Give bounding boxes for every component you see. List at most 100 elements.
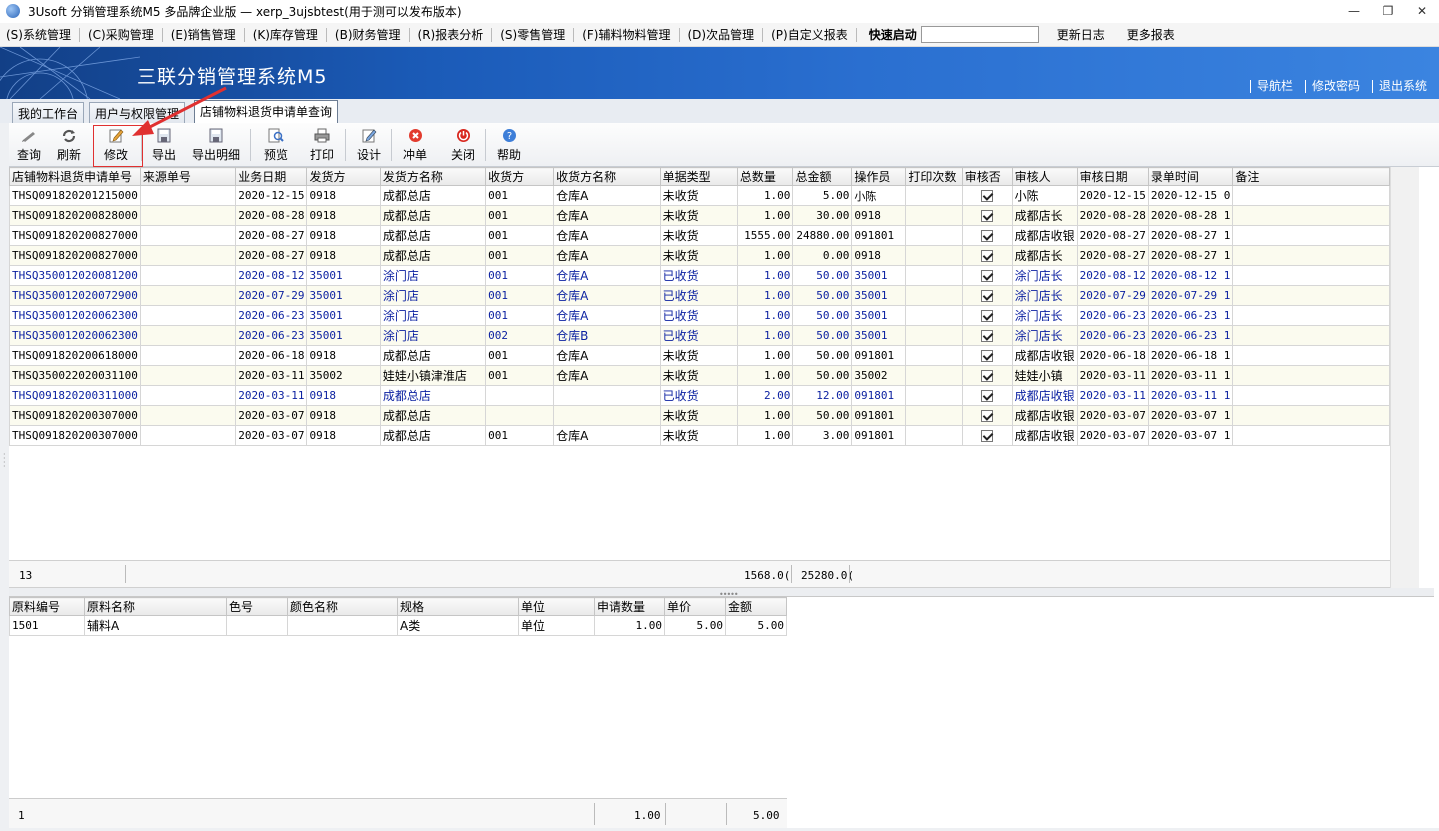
- table-cell: [961, 385, 1013, 406]
- close-window-icon[interactable]: ✕: [1405, 0, 1439, 22]
- column-header[interactable]: 原料名称: [84, 597, 227, 616]
- close-button[interactable]: 关闭: [449, 128, 477, 165]
- logout-link[interactable]: 退出系统: [1371, 80, 1433, 93]
- table-row[interactable]: THSQ091820200311000 2020-03-11 0918 成都总店 已收货…: [9, 385, 1390, 406]
- table-cell: [139, 205, 237, 226]
- column-header[interactable]: 发货方: [306, 167, 381, 186]
- approved-checkbox[interactable]: [981, 210, 994, 222]
- table-cell: 涂门店长: [1011, 305, 1078, 326]
- nav-bar-link[interactable]: 导航栏: [1249, 80, 1299, 93]
- approved-checkbox[interactable]: [981, 410, 994, 422]
- column-header[interactable]: 颜色名称: [287, 597, 398, 616]
- approved-checkbox[interactable]: [981, 250, 994, 262]
- table-cell: [1232, 345, 1390, 366]
- table-row[interactable]: THSQ091820200618000 2020-06-18 0918 成都总店 001…: [9, 345, 1390, 366]
- column-header[interactable]: 总金额: [792, 167, 853, 186]
- help-button[interactable]: ? 帮助: [495, 128, 523, 165]
- table-row[interactable]: THSQ350012020081200 2020-08-12 35001 涂门店 001…: [9, 265, 1390, 286]
- approved-checkbox[interactable]: [981, 290, 994, 302]
- table-row[interactable]: THSQ091820200827000 2020-08-27 0918 成都总店 001…: [9, 225, 1390, 246]
- menu-system[interactable]: (S)系统管理: [0, 26, 77, 43]
- approved-checkbox[interactable]: [981, 390, 994, 402]
- column-header[interactable]: 收货方名称: [553, 167, 661, 186]
- table-cell: 涂门店: [379, 305, 487, 326]
- table-cell: 1.00: [736, 265, 794, 286]
- column-header[interactable]: 备注: [1232, 167, 1390, 186]
- table-row[interactable]: THSQ350012020062300 2020-06-23 35001 涂门店 002…: [9, 325, 1390, 346]
- approved-checkbox[interactable]: [981, 190, 994, 202]
- horizontal-splitter[interactable]: •••••: [9, 588, 1434, 599]
- column-header[interactable]: 总数量: [736, 167, 794, 186]
- menu-more-reports[interactable]: 更多报表: [1121, 26, 1181, 43]
- column-header[interactable]: 录单时间: [1147, 167, 1234, 186]
- menu-materials[interactable]: (F)辅料物料管理: [576, 26, 676, 43]
- column-header[interactable]: 审核日期: [1076, 167, 1149, 186]
- table-row[interactable]: THSQ091820201215000 2020-12-15 0918 成都总店 001…: [9, 185, 1390, 206]
- menu-retail[interactable]: (S)零售管理: [494, 26, 571, 43]
- minimize-icon[interactable]: —: [1337, 0, 1371, 22]
- approved-checkbox[interactable]: [981, 430, 994, 442]
- print-button[interactable]: 打印: [308, 128, 336, 165]
- column-header[interactable]: 审核否: [961, 167, 1013, 186]
- column-header[interactable]: 操作员: [851, 167, 907, 186]
- column-header[interactable]: 单位: [518, 597, 595, 616]
- table-cell: [139, 245, 237, 266]
- menu-separator: [678, 27, 680, 42]
- column-header[interactable]: 发货方名称: [379, 167, 487, 186]
- column-header[interactable]: 色号: [226, 597, 288, 616]
- menu-purchase[interactable]: (C)采购管理: [82, 26, 160, 43]
- print-icon: [314, 128, 330, 143]
- column-header[interactable]: 收货方: [485, 167, 555, 186]
- column-header[interactable]: 规格: [397, 597, 519, 616]
- table-row[interactable]: THSQ350012020072900 2020-07-29 35001 涂门店 001…: [9, 285, 1390, 306]
- approved-checkbox[interactable]: [981, 310, 994, 322]
- menu-sales[interactable]: (E)销售管理: [165, 26, 242, 43]
- approved-checkbox[interactable]: [981, 370, 994, 382]
- table-row[interactable]: 1501 辅料A A类 单位 1.00 5.00 5.00: [9, 615, 787, 636]
- reverse-icon: [407, 128, 423, 143]
- table-cell: 0.00: [792, 245, 853, 266]
- column-header[interactable]: 单据类型: [659, 167, 738, 186]
- column-header[interactable]: 打印次数: [905, 167, 963, 186]
- table-row[interactable]: THSQ091820200307000 2020-03-07 0918 成都总店 001…: [9, 425, 1390, 446]
- column-header[interactable]: 原料编号: [9, 597, 85, 616]
- approved-checkbox[interactable]: [981, 330, 994, 342]
- table-cell: 仓库A: [553, 305, 661, 326]
- column-header[interactable]: 业务日期: [235, 167, 308, 186]
- design-button[interactable]: 设计: [355, 128, 383, 165]
- menu-inventory[interactable]: (K)库存管理: [247, 26, 324, 43]
- preview-button[interactable]: 预览: [262, 128, 290, 165]
- change-password-link[interactable]: 修改密码: [1304, 80, 1366, 93]
- table-cell: 50.00: [792, 325, 853, 346]
- menu-custom-reports[interactable]: (P)自定义报表: [765, 26, 854, 43]
- table-cell: 2020-12-15 0: [1147, 185, 1234, 206]
- refresh-button[interactable]: 刷新: [55, 128, 83, 165]
- approved-checkbox[interactable]: [981, 270, 994, 282]
- column-header[interactable]: 金额: [725, 597, 787, 616]
- restore-icon[interactable]: ❐: [1371, 0, 1405, 22]
- column-header[interactable]: 来源单号: [139, 167, 237, 186]
- table-cell: 0918: [306, 425, 381, 446]
- table-row[interactable]: THSQ091820200827000 2020-08-27 0918 成都总店 001…: [9, 245, 1390, 266]
- help-icon: ?: [501, 128, 517, 143]
- approved-checkbox[interactable]: [981, 230, 994, 242]
- column-header[interactable]: 单价: [664, 597, 726, 616]
- approved-checkbox[interactable]: [981, 350, 994, 362]
- reverse-button[interactable]: 冲单: [401, 128, 429, 165]
- menu-finance[interactable]: (B)财务管理: [329, 26, 407, 43]
- query-button[interactable]: 查询: [15, 128, 43, 165]
- column-header[interactable]: 申请数量: [594, 597, 665, 616]
- menu-changelog[interactable]: 更新日志: [1051, 26, 1111, 43]
- menu-defects[interactable]: (D)次品管理: [682, 26, 761, 43]
- table-row[interactable]: THSQ091820200828000 2020-08-28 0918 成都总店 001…: [9, 205, 1390, 226]
- table-cell: [139, 285, 237, 306]
- column-header[interactable]: 审核人: [1011, 167, 1078, 186]
- table-row[interactable]: THSQ091820200307000 2020-03-07 0918 成都总店 未收货…: [9, 405, 1390, 426]
- menu-reports[interactable]: (R)报表分析: [412, 26, 490, 43]
- table-row[interactable]: THSQ350012020062300 2020-06-23 35001 涂门店 001…: [9, 305, 1390, 326]
- table-row[interactable]: THSQ350022020031100 2020-03-11 35002 娃娃小镇津淮…: [9, 365, 1390, 386]
- column-header[interactable]: 店铺物料退货申请单号: [9, 167, 141, 186]
- quick-start-input[interactable]: [920, 26, 1039, 43]
- tab-workbench[interactable]: 我的工作台: [12, 102, 85, 123]
- left-edge-splitter[interactable]: · · · ·: [0, 123, 9, 831]
